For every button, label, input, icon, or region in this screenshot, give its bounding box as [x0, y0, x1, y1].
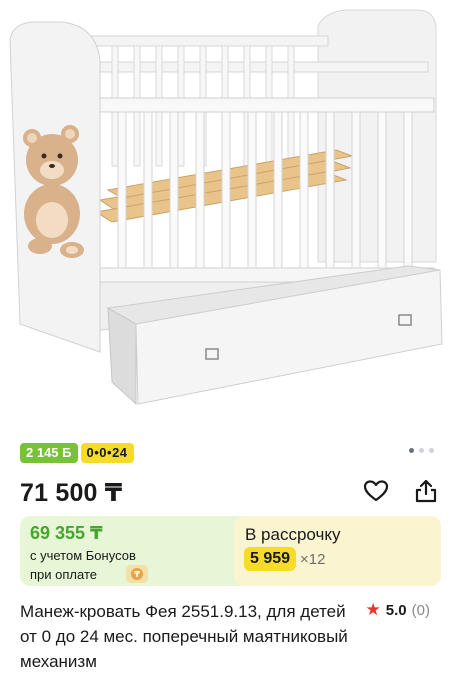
product-title: Манеж-кровать Фея 2551.9.13, для детей о…	[20, 602, 348, 671]
bonus-price-card[interactable]: 69 355 ₸ с учетом Бонусов при оплате ₸	[20, 516, 252, 586]
installment-badge: 0•0•24	[80, 443, 134, 463]
gallery-pagination[interactable]	[409, 448, 434, 453]
share-button[interactable]	[411, 476, 441, 506]
installment-card[interactable]: В рассрочку 5 959 ×12	[234, 516, 441, 586]
payment-note: при оплате	[30, 567, 97, 582]
star-icon: ★	[365, 600, 381, 619]
gallery-dot-1[interactable]	[409, 448, 414, 453]
product-rating[interactable]: ★ 5.0 (0)	[366, 600, 430, 620]
product-badges: 2 145 Б 0•0•24	[20, 443, 134, 463]
bonus-coin-icon: ₸	[126, 565, 148, 583]
installment-multiplier: ×12	[300, 551, 326, 568]
bonus-points-badge: 2 145 Б	[20, 443, 78, 463]
review-count: (0)	[411, 601, 430, 619]
installment-monthly: 5 959	[244, 547, 297, 571]
bonus-price: 69 355 ₸	[30, 523, 103, 543]
product-price: 71 500 ₸	[20, 479, 123, 507]
crib-image	[9, 9, 443, 406]
installment-title: В рассрочку	[245, 525, 341, 544]
rating-value: 5.0	[385, 601, 407, 619]
gallery-dot-2[interactable]	[419, 448, 424, 453]
favorite-button[interactable]	[361, 476, 391, 506]
gallery-dot-3[interactable]	[429, 448, 434, 453]
share-icon	[415, 479, 437, 503]
product-photo[interactable]	[0, 0, 461, 430]
bonus-note: с учетом Бонусов	[30, 548, 136, 563]
heart-icon	[363, 480, 389, 502]
